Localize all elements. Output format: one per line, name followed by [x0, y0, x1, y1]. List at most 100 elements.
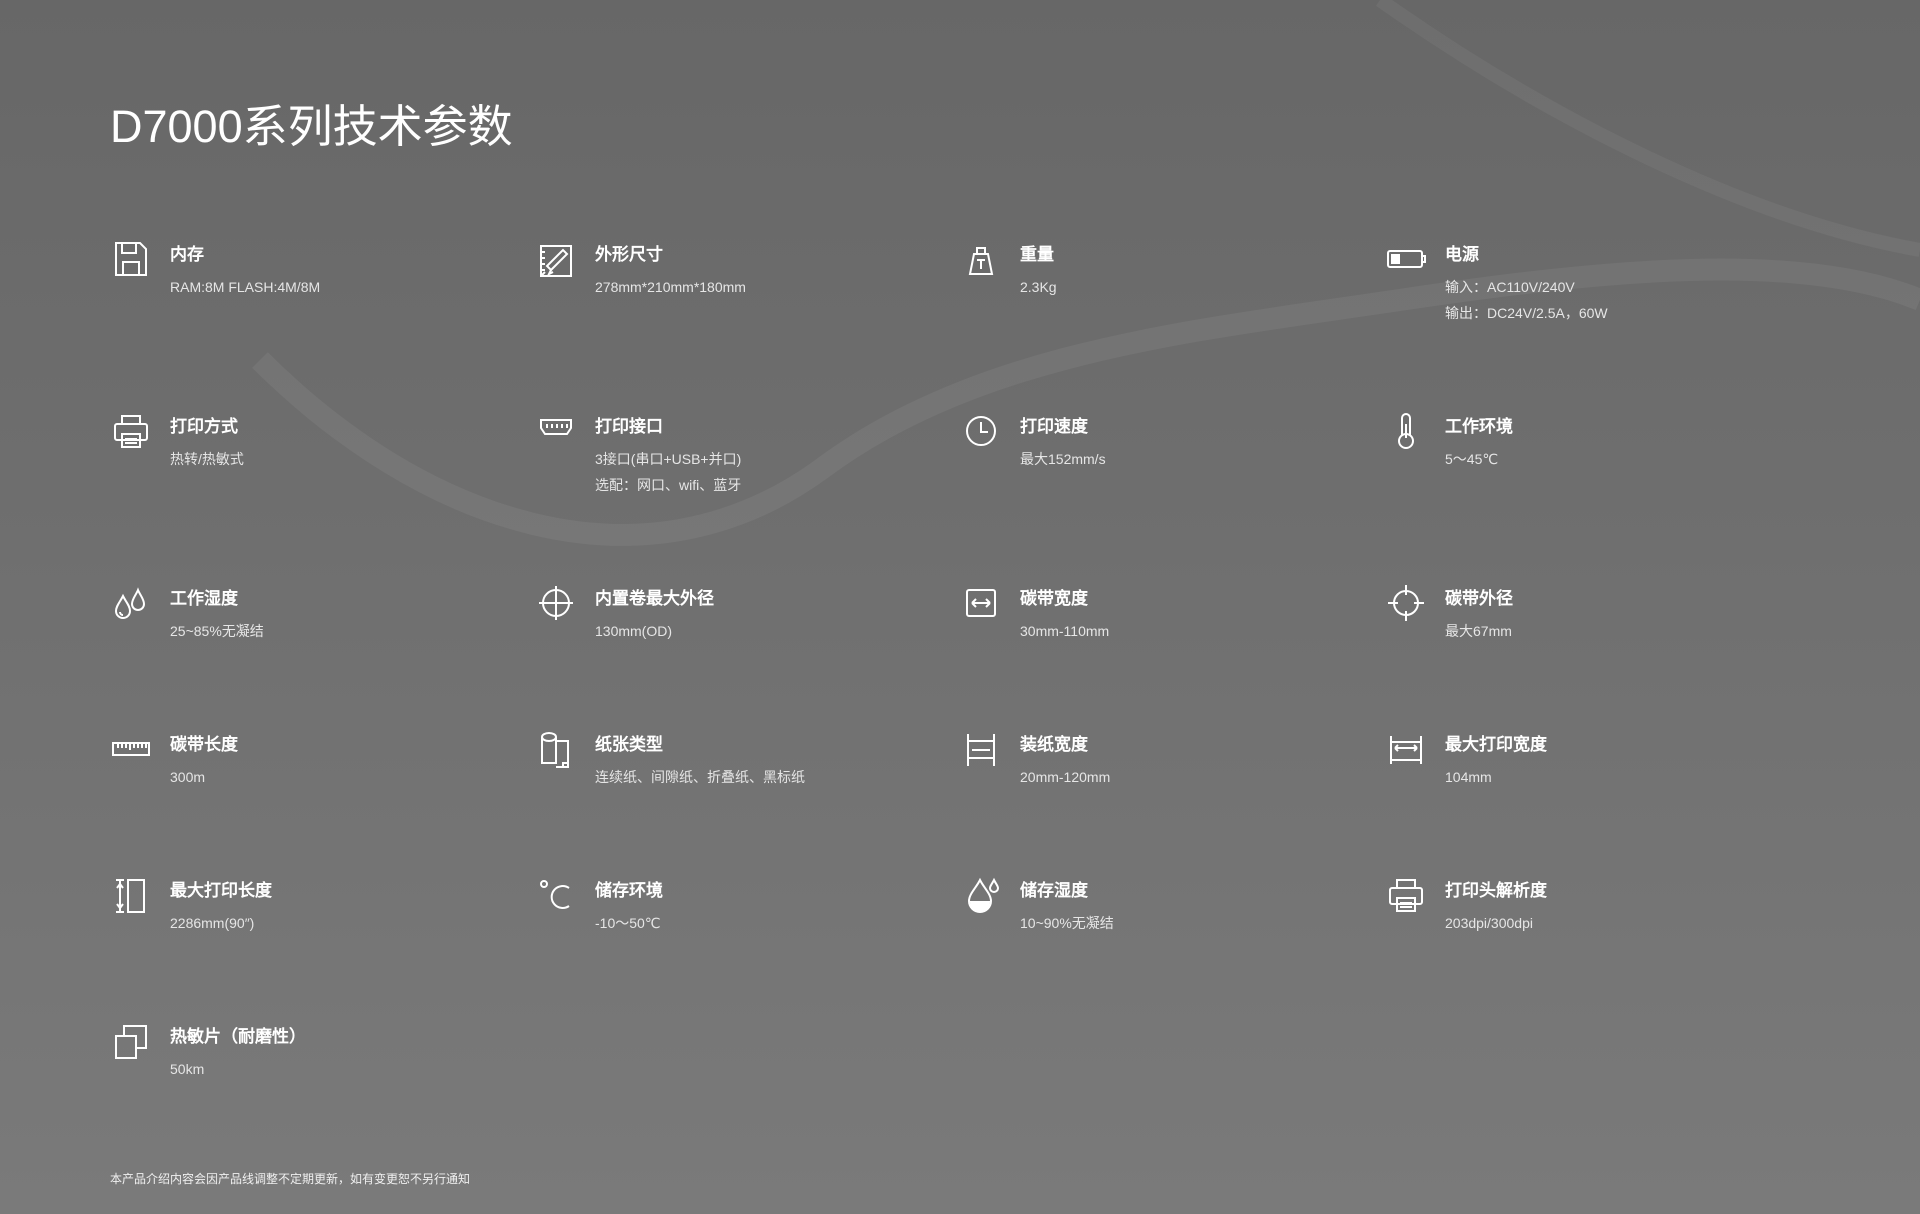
- clock-icon: [960, 410, 1002, 452]
- spec-values: 2286mm(90″): [170, 910, 254, 936]
- spec-item: 热敏片（耐磨性） 50km: [110, 1020, 535, 1140]
- spec-value: 130mm(OD): [595, 623, 673, 639]
- spec-item: 最大打印宽度 104mm: [1385, 728, 1810, 874]
- spec-item: 工作湿度 25~85%无凝结: [110, 582, 535, 728]
- spec-values: 20mm-120mm: [1020, 764, 1110, 790]
- spec-page: D7000系列技术参数 内存 RAM:8M FLASH:4M/8M 外形尺寸 278m…: [0, 0, 1920, 1214]
- paper-width-icon: [960, 728, 1002, 770]
- ruler-icon: [110, 728, 152, 770]
- spec-item: 电源输入：AC110V/240V 输出：DC24V/2.5A，60W: [1385, 238, 1810, 410]
- spec-label: 纸张类型: [595, 735, 663, 754]
- spec-value: 最大152mm/s: [1020, 451, 1106, 467]
- spec-values: 5～45℃: [1445, 446, 1498, 472]
- printhead-icon: [1385, 874, 1427, 916]
- spec-value: 10~90%无凝结: [1020, 915, 1114, 931]
- spec-values: 50km: [170, 1056, 204, 1082]
- spec-item: 碳带外径最大67mm: [1385, 582, 1810, 728]
- spec-item: 碳带宽度 30mm-110mm: [960, 582, 1385, 728]
- spec-label: 碳带外径: [1445, 589, 1513, 608]
- spec-item: 纸张类型连续纸、间隙纸、折叠纸、黑标纸: [535, 728, 960, 874]
- spec-label: 外形尺寸: [595, 245, 663, 264]
- dimensions-icon: [535, 238, 577, 280]
- spec-values: 最大152mm/s: [1020, 446, 1106, 472]
- spec-value: 输入：AC110V/240V: [1445, 279, 1575, 295]
- spec-values: RAM:8M FLASH:4M/8M: [170, 274, 320, 300]
- spec-values: 10~90%无凝结: [1020, 910, 1114, 936]
- copy-icon: [110, 1020, 152, 1062]
- spec-values: 热转/热敏式: [170, 446, 244, 472]
- spec-grid: 内存 RAM:8M FLASH:4M/8M 外形尺寸 278mm*210mm*180m…: [110, 238, 1810, 1140]
- page-title: D7000系列技术参数: [110, 101, 513, 152]
- water-drop-icon: [960, 874, 1002, 916]
- spec-item: 储存湿度 10~90%无凝结: [960, 874, 1385, 1020]
- spec-label: 打印方式: [170, 417, 238, 436]
- spec-values: 3接口(串口+USB+并口) 选配：网口、wifi、蓝牙: [595, 446, 741, 498]
- printer-icon: [110, 410, 152, 452]
- spec-item: 打印接口 3接口(串口+USB+并口) 选配：网口、wifi、蓝牙: [535, 410, 960, 582]
- spec-values: 2.3Kg: [1020, 274, 1057, 300]
- spec-values: 278mm*210mm*180mm: [595, 274, 746, 300]
- spec-value: 连续纸、间隙纸、折叠纸、黑标纸: [595, 769, 805, 785]
- print-length-icon: [110, 874, 152, 916]
- spec-label: 储存湿度: [1020, 881, 1088, 900]
- spec-values: 104mm: [1445, 764, 1492, 790]
- spec-item: 内置卷最大外径 130mm(OD): [535, 582, 960, 728]
- spec-value: 最大67mm: [1445, 623, 1512, 639]
- paper-roll-icon: [535, 728, 577, 770]
- spec-label: 储存环境: [595, 881, 663, 900]
- spec-item: 储存环境 -10～50℃: [535, 874, 960, 1020]
- spec-value: 2.3Kg: [1020, 279, 1057, 295]
- spec-item: 打印方式热转/热敏式: [110, 410, 535, 582]
- print-width-icon: [1385, 728, 1427, 770]
- spec-item: 工作环境 5～45℃: [1385, 410, 1810, 582]
- spec-label: 装纸宽度: [1020, 735, 1088, 754]
- spec-value: 输出：DC24V/2.5A，60W: [1445, 305, 1608, 321]
- spec-label: 最大打印长度: [170, 881, 272, 900]
- disclaimer-text: 本产品介绍内容会因产品线调整不定期更新，如有变更恕不另行通知: [110, 1172, 471, 1186]
- spec-values: 连续纸、间隙纸、折叠纸、黑标纸: [595, 764, 805, 790]
- spec-value: -10～50℃: [595, 915, 661, 931]
- spec-values: 最大67mm: [1445, 618, 1512, 644]
- spec-value: RAM:8M FLASH:4M/8M: [170, 279, 321, 295]
- memory-card-icon: [110, 238, 152, 280]
- spec-value: 2286mm(90″): [170, 915, 255, 931]
- spec-value: 3接口(串口+USB+并口): [595, 451, 742, 467]
- spec-values: -10～50℃: [595, 910, 661, 936]
- spec-item: 碳带长度 300m: [110, 728, 535, 874]
- spec-label: 工作环境: [1445, 417, 1513, 436]
- spec-value: 25~85%无凝结: [170, 623, 264, 639]
- spec-label: 热敏片（耐磨性）: [170, 1027, 306, 1046]
- spec-value: 278mm*210mm*180mm: [595, 279, 746, 295]
- width-arrows-icon: [960, 582, 1002, 624]
- spec-label: 工作湿度: [170, 589, 238, 608]
- port-icon: [535, 410, 577, 452]
- spec-value: 5～45℃: [1445, 451, 1499, 467]
- spec-label: 打印头解析度: [1445, 881, 1547, 900]
- spec-item: 内存 RAM:8M FLASH:4M/8M: [110, 238, 535, 410]
- spec-value: 热转/热敏式: [170, 451, 244, 467]
- spec-label: 内置卷最大外径: [595, 589, 714, 608]
- spec-label: 打印接口: [595, 417, 663, 436]
- spec-item: 打印头解析度 203dpi/300dpi: [1385, 874, 1810, 1020]
- spec-value: 30mm-110mm: [1020, 623, 1110, 639]
- spec-values: 203dpi/300dpi: [1445, 910, 1533, 936]
- crosshair-icon: [535, 582, 577, 624]
- spec-value: 选配：网口、wifi、蓝牙: [595, 477, 742, 493]
- spec-values: 300m: [170, 764, 205, 790]
- spec-item: 最大打印长度 2286mm(90″): [110, 874, 535, 1020]
- spec-value: 300m: [170, 769, 206, 785]
- spec-item: 打印速度 最大152mm/s: [960, 410, 1385, 582]
- spec-label: 内存: [170, 245, 204, 264]
- spec-item: 装纸宽度 20mm-120mm: [960, 728, 1385, 874]
- spec-label: 重量: [1020, 245, 1054, 264]
- celsius-icon: [535, 874, 577, 916]
- spec-item: 重量 2.3Kg: [960, 238, 1385, 410]
- spec-values: 输入：AC110V/240V 输出：DC24V/2.5A，60W: [1445, 274, 1608, 326]
- spec-label: 电源: [1445, 245, 1479, 264]
- target-icon: [1385, 582, 1427, 624]
- spec-value: 203dpi/300dpi: [1445, 915, 1533, 931]
- spec-values: 130mm(OD): [595, 618, 672, 644]
- humidity-drops-icon: [110, 582, 152, 624]
- spec-label: 碳带宽度: [1020, 589, 1088, 608]
- spec-value: 50km: [170, 1061, 205, 1077]
